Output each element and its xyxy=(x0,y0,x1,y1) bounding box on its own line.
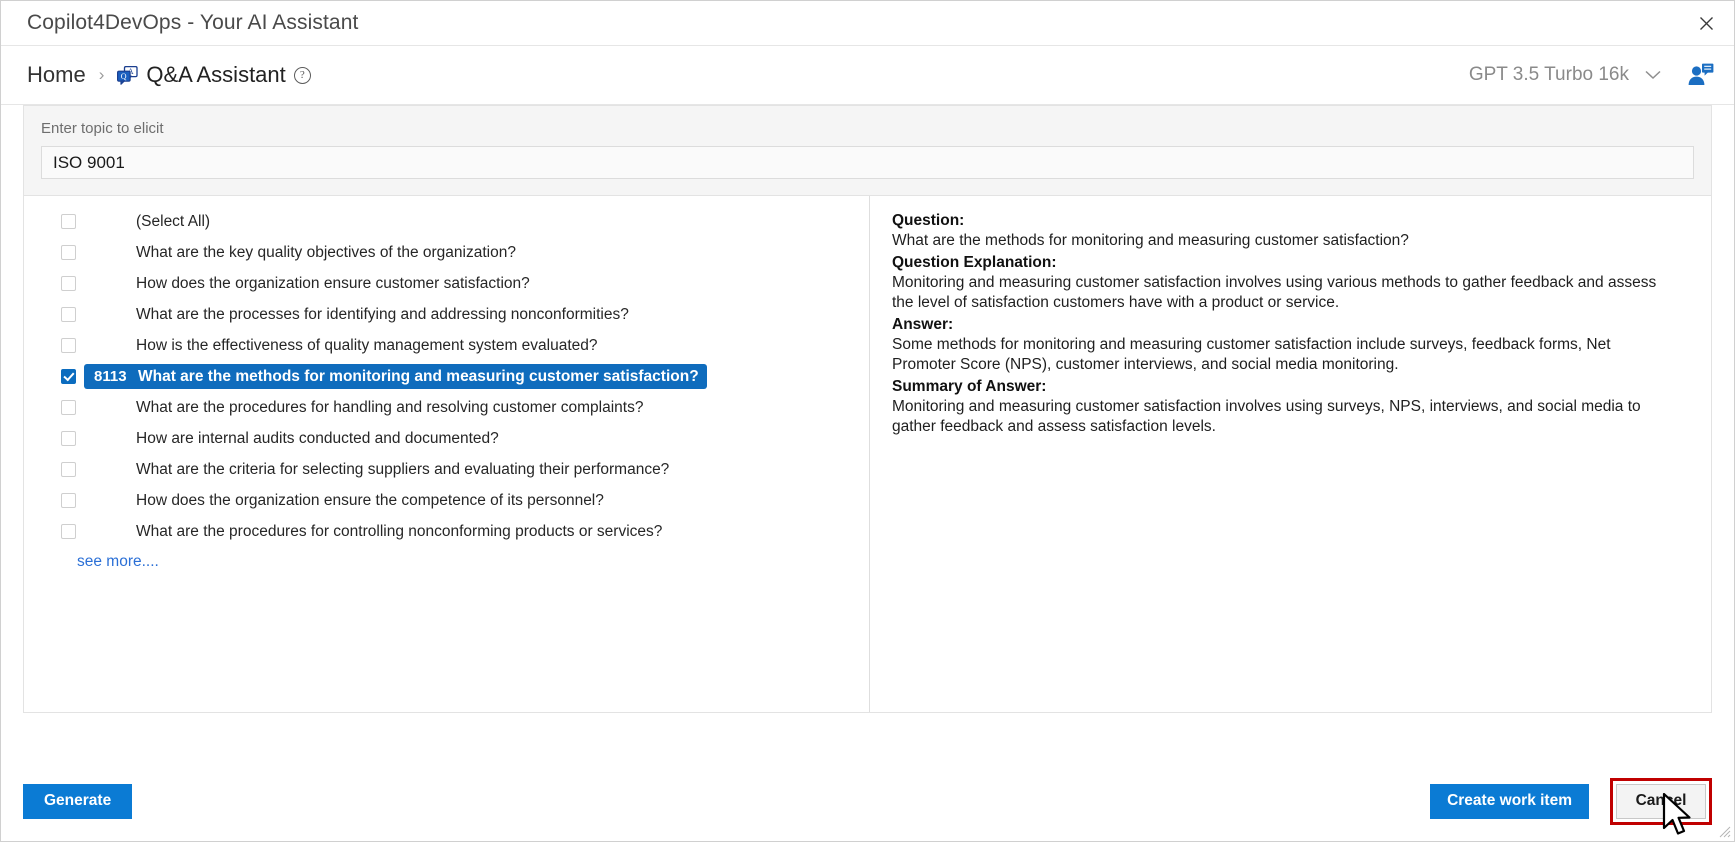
question-text: What are the methods for monitoring and … xyxy=(138,367,699,385)
model-selector-label[interactable]: GPT 3.5 Turbo 16k xyxy=(1469,64,1629,86)
svg-text:Q: Q xyxy=(121,71,127,80)
app-window: Copilot4DevOps - Your AI Assistant Home … xyxy=(0,0,1735,842)
question-list-panel: (Select All) What are the key quality obj… xyxy=(24,196,870,712)
question-row-body[interactable]: 8113 What are the methods for monitoring … xyxy=(84,364,707,389)
breadcrumb: Home › A Q Q&A Assistant ? GPT 3.5 Turbo… xyxy=(1,46,1734,105)
window-title: Copilot4DevOps - Your AI Assistant xyxy=(27,11,359,34)
close-icon[interactable] xyxy=(1688,6,1724,40)
question-row-body[interactable]: What are the criteria for selecting supp… xyxy=(84,457,677,482)
checkbox-checked-icon[interactable] xyxy=(61,369,76,384)
answer-panel: Question: What are the methods for monit… xyxy=(870,196,1711,712)
checkbox-icon[interactable] xyxy=(61,214,76,229)
summary-heading: Summary of Answer: xyxy=(892,378,1047,395)
question-row[interactable]: How are internal audits conducted and do… xyxy=(24,423,869,454)
cancel-annotation-box: Cancel xyxy=(1610,777,1712,835)
question-text: (Select All) xyxy=(136,212,211,230)
content-panes: (Select All) What are the key quality obj… xyxy=(23,195,1712,713)
qa-chat-icon: A Q xyxy=(117,65,139,85)
topic-label: Enter topic to elicit xyxy=(41,120,164,137)
cancel-button[interactable]: Cancel xyxy=(1616,783,1706,819)
checkbox-icon[interactable] xyxy=(61,307,76,322)
question-row-body[interactable]: What are the processes for identifying a… xyxy=(84,302,637,327)
checkbox-icon[interactable] xyxy=(61,462,76,477)
checkbox-icon[interactable] xyxy=(61,338,76,353)
answer-heading: Answer: xyxy=(892,316,954,333)
question-text: What are the criteria for selecting supp… xyxy=(136,460,670,478)
question-row-body[interactable]: What are the procedures for controlling … xyxy=(84,519,670,544)
question-text: How are internal audits conducted and do… xyxy=(136,429,499,447)
explanation-body: Monitoring and measuring customer satisf… xyxy=(892,274,1657,311)
breadcrumb-separator-icon: › xyxy=(98,65,105,84)
chevron-down-icon[interactable] xyxy=(1645,70,1661,80)
user-chat-icon[interactable] xyxy=(1687,63,1714,87)
question-row[interactable]: How does the organization ensure the com… xyxy=(24,485,869,516)
checkbox-icon[interactable] xyxy=(61,400,76,415)
question-text: What are the processes for identifying a… xyxy=(136,305,629,323)
create-work-item-button[interactable]: Create work item xyxy=(1430,783,1589,819)
question-row-body[interactable]: What are the key quality objectives of t… xyxy=(84,240,524,265)
footer-right-group: Create work item Cancel xyxy=(1430,777,1712,835)
question-text: How does the organization ensure custome… xyxy=(136,274,530,292)
question-row[interactable]: How is the effectiveness of quality mana… xyxy=(24,330,869,361)
question-row[interactable]: What are the key quality objectives of t… xyxy=(24,237,869,268)
title-bar: Copilot4DevOps - Your AI Assistant xyxy=(1,1,1734,46)
checkbox-icon[interactable] xyxy=(61,524,76,539)
breadcrumb-home[interactable]: Home xyxy=(27,62,86,88)
checkbox-icon[interactable] xyxy=(61,431,76,446)
question-row[interactable]: What are the procedures for controlling … xyxy=(24,516,869,547)
question-row-body[interactable]: (Select All) xyxy=(84,209,218,234)
resize-grip-icon[interactable] xyxy=(1718,825,1731,838)
question-row-body[interactable]: What are the procedures for handling and… xyxy=(84,395,651,420)
checkbox-icon[interactable] xyxy=(61,493,76,508)
checkbox-icon[interactable] xyxy=(61,276,76,291)
question-row-body[interactable]: How does the organization ensure the com… xyxy=(84,488,612,513)
question-text: How is the effectiveness of quality mana… xyxy=(136,336,598,354)
question-row[interactable]: What are the processes for identifying a… xyxy=(24,299,869,330)
question-heading: Question: xyxy=(892,212,965,229)
question-row[interactable]: What are the procedures for handling and… xyxy=(24,392,869,423)
checkbox-icon[interactable] xyxy=(61,245,76,260)
question-row-body[interactable]: How are internal audits conducted and do… xyxy=(84,426,507,451)
question-text: What are the procedures for controlling … xyxy=(136,522,663,540)
topic-input[interactable] xyxy=(41,146,1694,179)
generate-button[interactable]: Generate xyxy=(23,783,133,819)
question-body: What are the methods for monitoring and … xyxy=(892,232,1409,249)
question-list: (Select All) What are the key quality obj… xyxy=(24,206,869,547)
topic-section: Enter topic to elicit xyxy=(23,105,1712,195)
question-text: How does the organization ensure the com… xyxy=(136,491,604,509)
summary-body: Monitoring and measuring customer satisf… xyxy=(892,398,1641,435)
see-more-link[interactable]: see more.... xyxy=(77,553,159,571)
question-row[interactable]: How does the organization ensure custome… xyxy=(24,268,869,299)
question-text: What are the procedures for handling and… xyxy=(136,398,644,416)
question-row-body[interactable]: How is the effectiveness of quality mana… xyxy=(84,333,606,358)
question-row[interactable]: 8113 What are the methods for monitoring … xyxy=(24,361,869,392)
question-id: 8113 xyxy=(94,368,127,385)
question-text: What are the key quality objectives of t… xyxy=(136,243,516,261)
footer-actions: Generate Create work item Cancel xyxy=(1,761,1734,841)
question-row[interactable]: What are the criteria for selecting supp… xyxy=(24,454,869,485)
question-row-body[interactable]: How does the organization ensure custome… xyxy=(84,271,538,296)
explanation-heading: Question Explanation: xyxy=(892,254,1057,271)
header-right-controls: GPT 3.5 Turbo 16k xyxy=(1469,63,1714,87)
question-row[interactable]: (Select All) xyxy=(24,206,869,237)
answer-body: Some methods for monitoring and measurin… xyxy=(892,336,1611,373)
page-title: Q&A Assistant xyxy=(146,62,286,87)
help-circle-icon[interactable]: ? xyxy=(293,66,311,84)
